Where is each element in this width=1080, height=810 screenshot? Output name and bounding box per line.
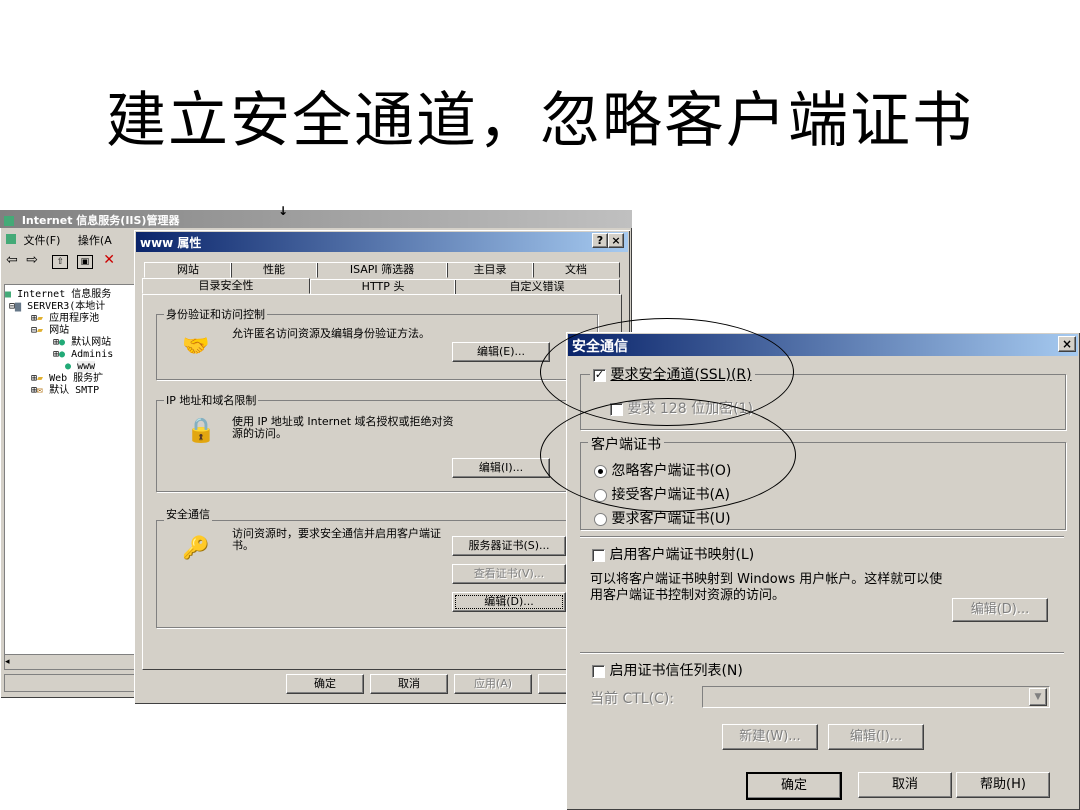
ctl-row[interactable]: 启用证书信任列表(N) bbox=[592, 660, 743, 680]
tree-scrollbar[interactable]: ◂ bbox=[4, 654, 136, 670]
back-arrow-icon[interactable]: ⇦ bbox=[6, 252, 18, 268]
tree-item-smtp[interactable]: ⊞✉ 默认 SMTP bbox=[5, 385, 135, 397]
auth-text: 允许匿名访问资源及编辑身份验证方法。 bbox=[232, 327, 430, 340]
lock-icon: 🔒 bbox=[186, 416, 216, 444]
secure-text: 访问资源时，要求安全通信并启用客户端证书。 bbox=[232, 527, 441, 552]
edit-ctl-button[interactable]: 编辑(I)... bbox=[828, 724, 924, 750]
handshake-icon: 🤝 bbox=[182, 334, 210, 359]
close-button[interactable]: × bbox=[608, 233, 624, 248]
ip-text: 使用 IP 地址或 Internet 域名授权或拒绝对资源的访问。 bbox=[232, 415, 454, 440]
tree-item-websites[interactable]: ⊟▰ 网站 bbox=[5, 325, 135, 337]
iis-node-icon: ■ bbox=[5, 289, 12, 300]
ssl-help-button[interactable]: 帮助(H) bbox=[956, 772, 1050, 798]
tab-directory-security[interactable]: 目录安全性 bbox=[142, 278, 310, 294]
iis-tree: ■ Internet 信息服务 ⊟▆ SERVER3(本地计 ⊞▰ 应用程序池 … bbox=[4, 284, 136, 660]
separator bbox=[580, 536, 1064, 538]
tree-item-default-site[interactable]: ⊞● 默认网站 bbox=[5, 337, 135, 349]
forward-arrow-icon[interactable]: ⇨ bbox=[26, 252, 38, 268]
server-cert-button[interactable]: 服务器证书(S)... bbox=[452, 536, 566, 556]
mapping-checkbox[interactable] bbox=[592, 548, 605, 562]
current-ctl-label: 当前 CTL(C): bbox=[590, 691, 674, 707]
iis-file-icon bbox=[6, 234, 16, 244]
secure-group-label: 安全通信 bbox=[164, 506, 212, 522]
ip-group bbox=[156, 400, 598, 492]
ssl-cancel-button[interactable]: 取消 bbox=[858, 772, 952, 798]
view-cert-button[interactable]: 查看证书(V)... bbox=[452, 564, 566, 584]
iis-app-icon bbox=[4, 216, 14, 226]
ip-edit-button[interactable]: 编辑(I)... bbox=[452, 458, 550, 478]
globe-icon: ● bbox=[59, 337, 66, 348]
tab-performance[interactable]: 性能 bbox=[230, 262, 318, 278]
mapping-edit-button[interactable]: 编辑(D)... bbox=[952, 598, 1048, 622]
smtp-icon: ✉ bbox=[37, 385, 44, 396]
mapping-text: 可以将客户端证书映射到 Windows 用户帐户。这样就可以使用客户端证书控制对… bbox=[590, 572, 943, 603]
tab-http-headers[interactable]: HTTP 头 bbox=[310, 279, 456, 295]
help-button[interactable]: ? bbox=[592, 233, 608, 248]
tab-documents[interactable]: 文档 bbox=[532, 262, 620, 278]
slide-title: 建立安全通道，忽略客户端证书 bbox=[106, 86, 974, 156]
menu-file[interactable]: 文件(F) bbox=[24, 234, 61, 247]
auth-group-label: 身份验证和访问控制 bbox=[164, 306, 267, 322]
tree-item-internet[interactable]: ■ Internet 信息服务 bbox=[5, 289, 135, 301]
ok-button[interactable]: 确定 bbox=[286, 674, 364, 694]
globe-icon: ● bbox=[65, 361, 72, 372]
apply-button[interactable]: 应用(A) bbox=[454, 674, 532, 694]
key-icon: 🔑 bbox=[182, 536, 210, 561]
separator bbox=[580, 652, 1064, 654]
show-tree-icon[interactable]: ▣ bbox=[76, 255, 93, 269]
folder-icon: ▰ bbox=[37, 313, 44, 324]
ctl-checkbox[interactable] bbox=[592, 664, 605, 678]
ip-group-label: IP 地址和域名限制 bbox=[164, 392, 259, 408]
secure-edit-button[interactable]: 编辑(D)... bbox=[452, 592, 566, 612]
annotation-ellipse bbox=[540, 398, 796, 512]
globe-icon: ● bbox=[59, 349, 66, 360]
mapping-row[interactable]: 启用客户端证书映射(L) bbox=[592, 544, 754, 564]
tree-item-admin[interactable]: ⊞● Adminis bbox=[5, 349, 135, 361]
ssl-close-button[interactable]: × bbox=[1058, 336, 1076, 352]
properties-title: www 属性 bbox=[140, 236, 202, 250]
ctl-select[interactable]: ▼ bbox=[702, 686, 1050, 708]
auth-edit-button[interactable]: 编辑(E)... bbox=[452, 342, 550, 362]
folder-icon: ▰ bbox=[37, 325, 44, 336]
chevron-down-icon[interactable]: ▼ bbox=[1029, 688, 1047, 706]
mapping-label: 启用客户端证书映射(L) bbox=[609, 547, 755, 563]
ctl-label: 启用证书信任列表(N) bbox=[609, 663, 743, 679]
ssl-ok-button[interactable]: 确定 bbox=[746, 772, 842, 800]
require-cert-radio[interactable] bbox=[594, 512, 607, 526]
tab-home-dir[interactable]: 主目录 bbox=[446, 262, 534, 278]
menu-action[interactable]: 操作(A bbox=[78, 234, 112, 247]
iis-statusbar bbox=[4, 674, 136, 692]
tree-item-www[interactable]: ● www bbox=[5, 361, 135, 373]
tree-item-web-ext[interactable]: ⊞▰ Web 服务扩 bbox=[5, 373, 135, 385]
server-icon: ▆ bbox=[15, 301, 22, 312]
tree-item-server[interactable]: ⊟▆ SERVER3(本地计 bbox=[5, 301, 135, 313]
properties-titlebar: www 属性 ? × bbox=[136, 232, 628, 252]
iis-titlebar: Internet 信息服务(IIS)管理器 ↓ bbox=[0, 204, 632, 228]
cursor-icon: ↓ bbox=[278, 204, 289, 218]
up-folder-icon[interactable]: ⇧ bbox=[52, 255, 69, 269]
require-cert-label: 要求客户端证书(U) bbox=[611, 511, 731, 527]
delete-icon[interactable]: ✕ bbox=[103, 252, 115, 268]
tab-isapi[interactable]: ISAPI 筛选器 bbox=[316, 262, 448, 278]
cancel-button[interactable]: 取消 bbox=[370, 674, 448, 694]
folder-icon: ▰ bbox=[37, 373, 44, 384]
new-ctl-button[interactable]: 新建(W)... bbox=[722, 724, 818, 750]
tab-website[interactable]: 网站 bbox=[144, 262, 232, 278]
tab-custom-errors[interactable]: 自定义错误 bbox=[454, 279, 620, 295]
tree-item-apppools[interactable]: ⊞▰ 应用程序池 bbox=[5, 313, 135, 325]
iis-title: Internet 信息服务(IIS)管理器 bbox=[21, 214, 180, 227]
